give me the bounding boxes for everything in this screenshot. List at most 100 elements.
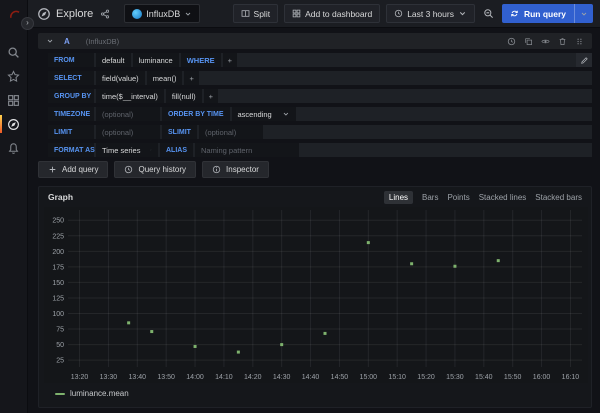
compass-icon bbox=[7, 118, 20, 131]
query-ref-id: A bbox=[64, 37, 70, 46]
tab-stacked-lines[interactable]: Stacked lines bbox=[479, 193, 527, 202]
svg-text:15:30: 15:30 bbox=[446, 374, 464, 381]
alias-label: ALIAS bbox=[160, 143, 193, 157]
limit-input-wrap bbox=[96, 125, 160, 139]
page-title: Explore bbox=[56, 8, 93, 20]
time-series-chart[interactable]: 25507510012515017520022525013:2013:3013:… bbox=[44, 207, 588, 383]
format-as-select[interactable]: Time series bbox=[96, 143, 158, 157]
timezone-input[interactable] bbox=[102, 110, 154, 119]
toolbar-right: Split Add to dashboard Last 3 hours bbox=[233, 4, 593, 23]
query-row-header[interactable]: A (InfluxDB) bbox=[38, 33, 592, 49]
svg-text:13:50: 13:50 bbox=[157, 374, 175, 381]
field-segment[interactable]: field(value) bbox=[96, 71, 145, 85]
drag-handle-icon[interactable] bbox=[575, 37, 584, 46]
pencil-icon bbox=[580, 56, 589, 65]
edit-raw-query-button[interactable] bbox=[576, 53, 592, 67]
copy-icon[interactable] bbox=[524, 37, 533, 46]
plus-icon bbox=[48, 165, 57, 174]
measurement-segment[interactable]: luminance bbox=[133, 53, 179, 67]
tab-stacked-bars[interactable]: Stacked bars bbox=[535, 193, 582, 202]
run-query-dropdown[interactable] bbox=[574, 4, 593, 23]
split-icon bbox=[241, 9, 250, 18]
orderby-label: ORDER BY TIME bbox=[162, 107, 230, 121]
tab-bars[interactable]: Bars bbox=[422, 193, 438, 202]
split-label: Split bbox=[254, 9, 271, 19]
time-interval-segment[interactable]: time($__interval) bbox=[96, 89, 164, 103]
trash-icon[interactable] bbox=[558, 37, 567, 46]
sidebar-item-starred[interactable] bbox=[0, 64, 27, 88]
split-button[interactable]: Split bbox=[233, 4, 279, 23]
datasource-picker[interactable]: InfluxDB bbox=[124, 4, 200, 23]
legend-series-label[interactable]: luminance.mean bbox=[70, 389, 129, 398]
mean-segment[interactable]: mean() bbox=[147, 71, 183, 85]
main-area: Explore InfluxDB Split Add to dashboard bbox=[28, 0, 600, 413]
graph-panel: Graph Lines Bars Points Stacked lines St… bbox=[38, 186, 592, 408]
svg-text:13:40: 13:40 bbox=[129, 374, 147, 381]
eye-icon[interactable] bbox=[541, 37, 550, 46]
sidebar: › bbox=[0, 0, 28, 413]
add-condition-button[interactable]: + bbox=[223, 53, 237, 67]
alias-input[interactable] bbox=[201, 146, 293, 155]
sidebar-item-explore[interactable] bbox=[0, 112, 27, 136]
history-icon[interactable] bbox=[507, 37, 516, 46]
svg-text:15:10: 15:10 bbox=[388, 374, 406, 381]
chart-area: 25507510012515017520022525013:2013:3013:… bbox=[39, 207, 591, 388]
svg-text:50: 50 bbox=[56, 342, 64, 349]
grafana-logo[interactable] bbox=[5, 6, 23, 24]
run-query-button[interactable]: Run query bbox=[502, 4, 574, 23]
groupby-label: GROUP BY bbox=[48, 89, 94, 103]
add-select-part-button[interactable]: + bbox=[184, 71, 198, 85]
graph-panel-header: Graph Lines Bars Points Stacked lines St… bbox=[39, 187, 591, 207]
collapse-chevron-icon[interactable] bbox=[46, 37, 54, 45]
zoom-out-button[interactable] bbox=[481, 4, 496, 23]
retention-policy-segment[interactable]: default bbox=[96, 53, 131, 67]
add-query-label: Add query bbox=[62, 165, 98, 174]
add-query-button[interactable]: Add query bbox=[38, 161, 108, 178]
fill-segment[interactable]: fill(null) bbox=[166, 89, 202, 103]
svg-text:14:00: 14:00 bbox=[186, 374, 204, 381]
svg-text:15:20: 15:20 bbox=[417, 374, 435, 381]
tab-lines[interactable]: Lines bbox=[384, 191, 413, 204]
chevron-down-icon bbox=[282, 110, 290, 118]
explore-content: A (InfluxDB) FROM default luminance bbox=[28, 28, 600, 413]
sidebar-items bbox=[0, 40, 27, 160]
query-datasource-hint: (InfluxDB) bbox=[86, 37, 119, 46]
query-row-groupby: GROUP BY time($__interval) fill(null) + bbox=[48, 89, 592, 103]
share-icon[interactable] bbox=[100, 9, 110, 19]
svg-text:14:40: 14:40 bbox=[302, 374, 320, 381]
apps-plus-icon bbox=[292, 9, 301, 18]
svg-text:16:10: 16:10 bbox=[562, 374, 580, 381]
timezone-input-wrap bbox=[96, 107, 160, 121]
sidebar-item-alerting[interactable] bbox=[0, 136, 27, 160]
format-as-value: Time series bbox=[102, 146, 140, 155]
query-row-format: FORMAT AS Time series ALIAS bbox=[48, 143, 592, 157]
chevron-down-icon bbox=[184, 10, 192, 18]
tab-points[interactable]: Points bbox=[447, 193, 469, 202]
inspector-button[interactable]: Inspector bbox=[202, 161, 269, 178]
query-row-select: SELECT field(value) mean() + bbox=[48, 71, 592, 85]
graph-mode-tabs: Lines Bars Points Stacked lines Stacked … bbox=[384, 191, 582, 204]
from-label: FROM bbox=[48, 53, 94, 67]
svg-text:14:20: 14:20 bbox=[244, 374, 262, 381]
limit-input[interactable] bbox=[102, 128, 154, 137]
chevron-down-icon bbox=[458, 9, 467, 18]
search-icon bbox=[7, 46, 20, 59]
toolbar-left: Explore InfluxDB bbox=[37, 4, 200, 23]
sidebar-expand-button[interactable]: › bbox=[21, 17, 34, 30]
orderby-select[interactable]: ascending bbox=[232, 107, 296, 121]
sidebar-item-dashboards[interactable] bbox=[0, 88, 27, 112]
sidebar-item-search[interactable] bbox=[0, 40, 27, 64]
grafana-app: › Explore InfluxDB bbox=[0, 0, 600, 413]
info-icon bbox=[212, 165, 221, 174]
query-history-label: Query history bbox=[138, 165, 186, 174]
query-history-button[interactable]: Query history bbox=[114, 161, 196, 178]
bell-icon bbox=[7, 142, 20, 155]
add-groupby-part-button[interactable]: + bbox=[204, 89, 218, 103]
clock-icon bbox=[394, 9, 403, 18]
add-to-dashboard-button[interactable]: Add to dashboard bbox=[284, 4, 380, 23]
slimit-input[interactable] bbox=[205, 128, 257, 137]
apps-icon bbox=[7, 94, 20, 107]
svg-text:75: 75 bbox=[56, 327, 64, 334]
time-range-picker[interactable]: Last 3 hours bbox=[386, 4, 475, 23]
svg-text:200: 200 bbox=[52, 249, 64, 256]
